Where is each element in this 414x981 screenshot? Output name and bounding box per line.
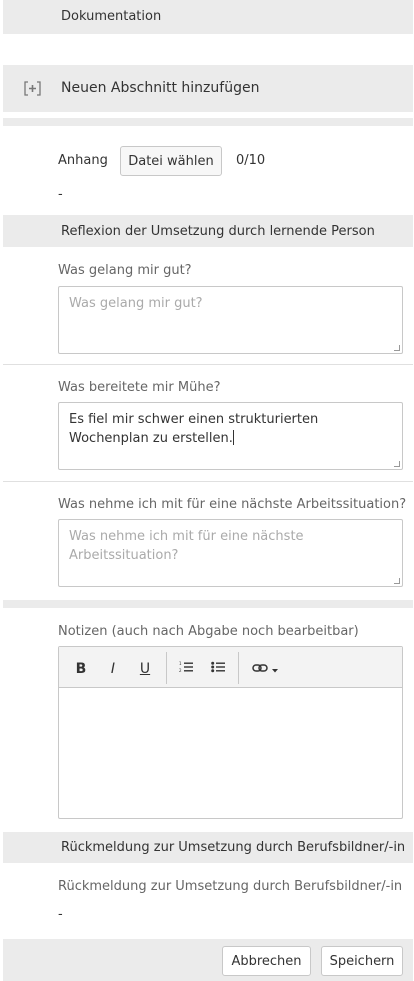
attachment-label: Anhang [58, 153, 108, 168]
bullet-list-button[interactable] [205, 656, 231, 682]
svg-text:2: 2 [179, 668, 182, 673]
q3-label: Was nehme ich mit für eine nächste Arbei… [58, 497, 407, 512]
svg-text:1: 1 [179, 661, 182, 666]
chevron-down-icon [272, 661, 278, 677]
toolbar-separator [166, 652, 167, 684]
attachment-empty-value: - [58, 187, 63, 202]
section-divider [3, 600, 413, 608]
feedback-header: Rückmeldung zur Umsetzung durch Berufsbi… [3, 832, 413, 863]
ordered-list-button[interactable]: 12 [173, 656, 199, 682]
reflection-header: Reflexion der Umsetzung durch lernende P… [3, 215, 413, 247]
divider [3, 481, 413, 482]
cancel-button[interactable]: Abbrechen [222, 946, 311, 976]
q2-value: Es fiel mir schwer einen strukturierten … [69, 412, 319, 446]
resize-handle-icon[interactable] [394, 461, 400, 467]
q3-placeholder: Was nehme ich mit für eine nächste Arbei… [69, 529, 304, 563]
q1-textarea[interactable]: Was gelang mir gut? [58, 286, 403, 354]
add-section-row[interactable]: Neuen Abschnitt hinzufügen [3, 65, 413, 112]
toolbar-separator [238, 652, 239, 684]
documentation-title: Dokumentation [61, 9, 162, 24]
feedback-value: - [58, 907, 63, 922]
resize-handle-icon[interactable] [394, 345, 400, 351]
link-icon [252, 661, 268, 677]
q2-label: Was bereitete mir Mühe? [58, 380, 221, 395]
feedback-title: Rückmeldung zur Umsetzung durch Berufsbi… [61, 840, 406, 855]
notes-content-area[interactable] [59, 688, 402, 818]
choose-file-button[interactable]: Datei wählen [120, 146, 222, 176]
notes-label: Notizen (auch nach Abgabe noch bearbeitb… [58, 624, 359, 639]
bold-button[interactable]: B [68, 656, 94, 682]
attachment-count: 0/10 [236, 153, 266, 168]
bullet-list-icon [211, 661, 225, 677]
underline-button[interactable]: U [132, 656, 158, 682]
reflection-title: Reflexion der Umsetzung durch lernende P… [61, 224, 375, 239]
q1-label: Was gelang mir gut? [58, 263, 192, 278]
q2-textarea[interactable]: Es fiel mir schwer einen strukturierten … [58, 402, 403, 470]
italic-button[interactable]: I [100, 656, 126, 682]
q3-textarea[interactable]: Was nehme ich mit für eine nächste Arbei… [58, 519, 403, 587]
text-cursor [232, 430, 234, 445]
link-dropdown-button[interactable] [246, 656, 284, 682]
ordered-list-icon: 12 [179, 661, 193, 677]
q1-placeholder: Was gelang mir gut? [69, 296, 203, 311]
save-button[interactable]: Speichern [321, 946, 403, 976]
feedback-label: Rückmeldung zur Umsetzung durch Berufsbi… [58, 879, 403, 894]
add-section-label[interactable]: Neuen Abschnitt hinzufügen [61, 80, 259, 96]
section-divider [3, 118, 413, 126]
documentation-header: Dokumentation [3, 0, 413, 34]
divider [3, 364, 413, 365]
add-section-icon [24, 81, 41, 96]
resize-handle-icon[interactable] [394, 578, 400, 584]
